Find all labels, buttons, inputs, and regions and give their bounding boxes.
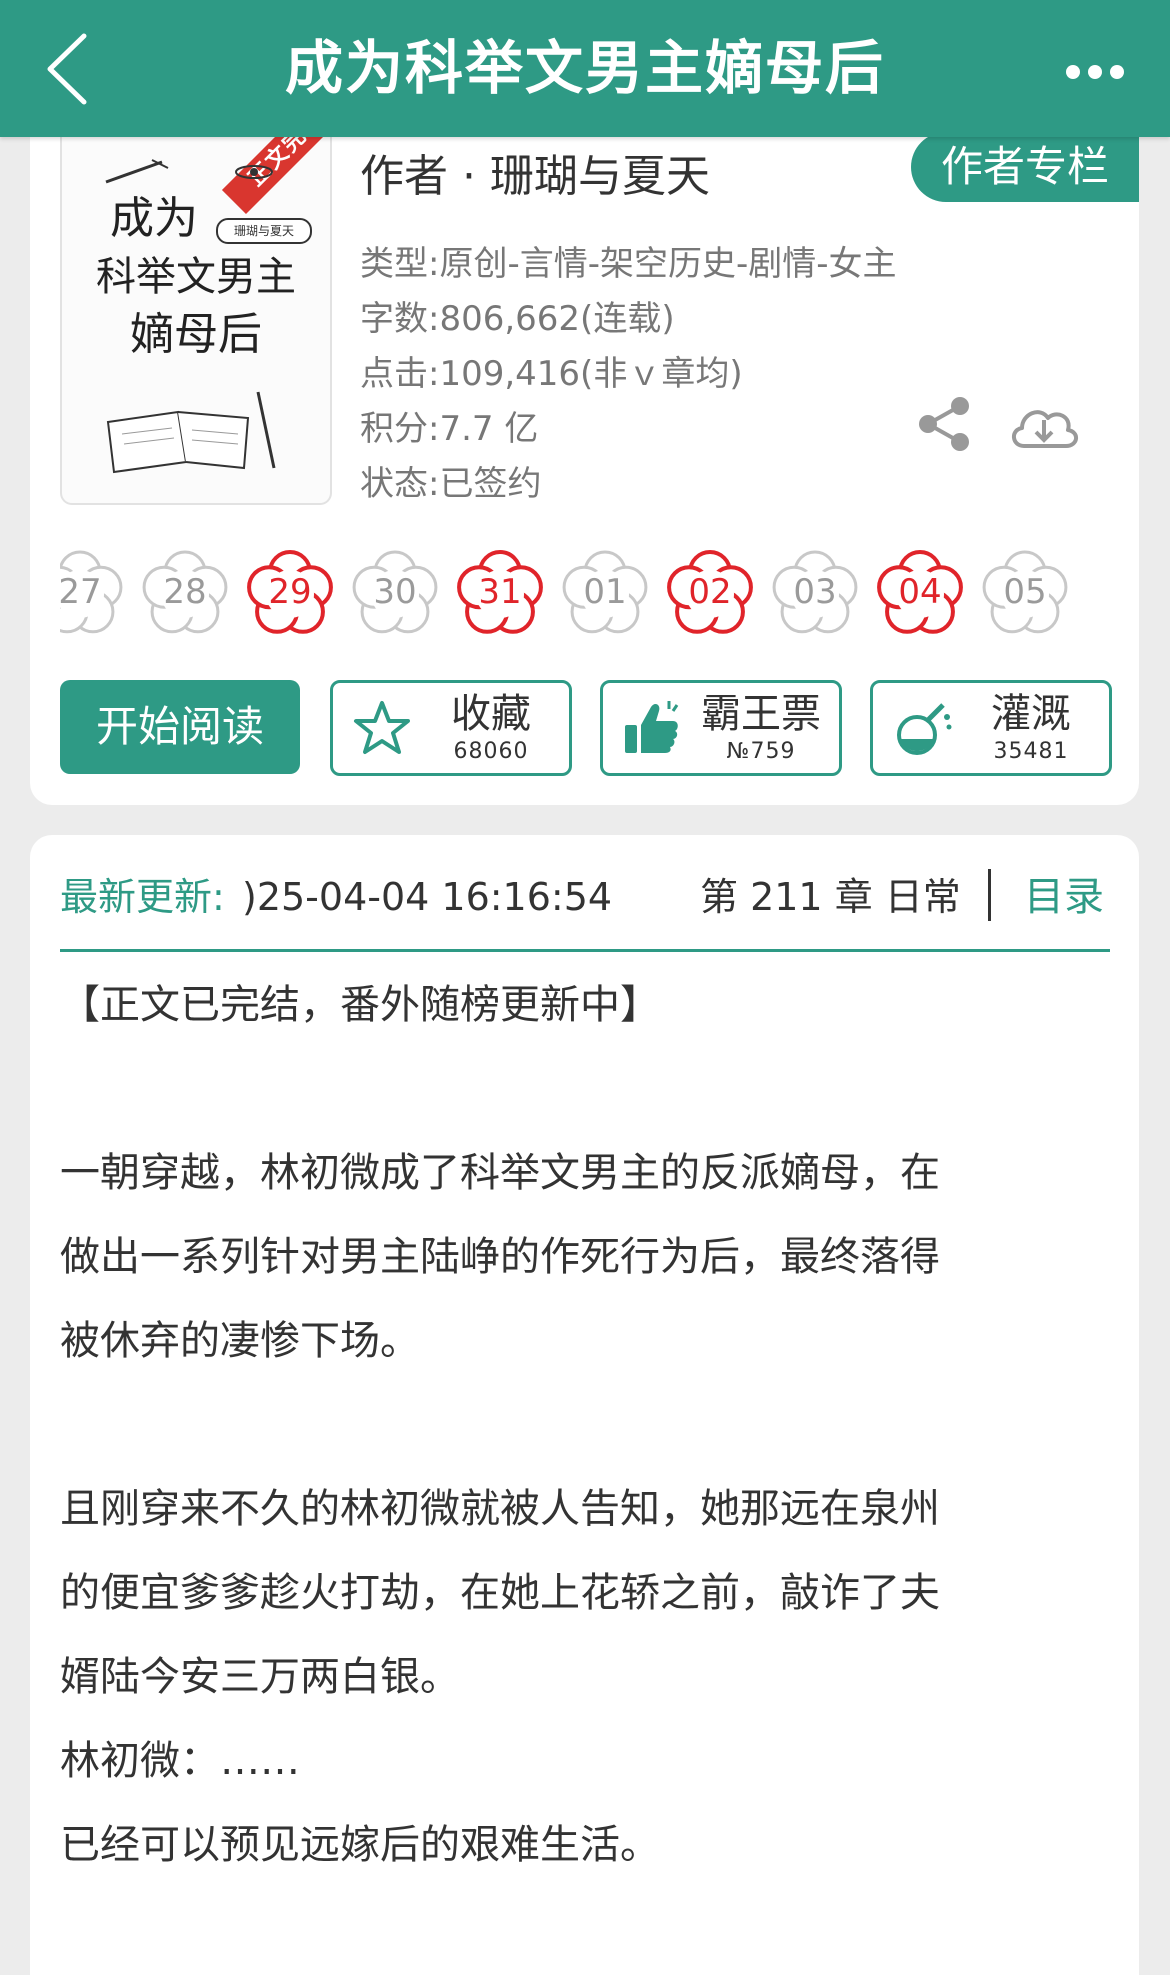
calendar-day: 27 <box>60 544 128 640</box>
calendar-day-number: 30 <box>373 572 417 612</box>
water-count: 35481 <box>993 739 1069 764</box>
download-cloud-icon[interactable] <box>1006 396 1082 456</box>
update-calendar: 27 28 29 30 31 01 02 03 04 05 <box>60 538 1110 650</box>
water-label: 灌溉 <box>991 691 1071 737</box>
description-line: 林初微：…… <box>60 1738 300 1784</box>
water-button[interactable]: 灌溉 35481 <box>870 680 1112 776</box>
page-title: 成为科举文男主嫡母后 <box>284 34 885 102</box>
more-dots-icon[interactable] <box>1060 40 1130 100</box>
table-of-contents-link[interactable]: 目录 <box>1024 867 1104 927</box>
calendar-day: 29 <box>242 544 338 640</box>
author-name[interactable]: 作者 · 珊瑚与夏天 <box>360 140 710 204</box>
book-score: 积分:7.7 亿 <box>360 409 539 449</box>
favorite-count: 68060 <box>453 739 529 764</box>
chevron-left-icon[interactable] <box>38 30 108 108</box>
calendar-day-number: 02 <box>688 572 732 612</box>
calendar-day-number: 27 <box>60 572 102 612</box>
calendar-day: 28 <box>137 544 233 640</box>
pen-doodle-icon <box>105 159 169 184</box>
description-line: 且刚穿来不久的林初微就被人告知，她那远在泉州 <box>60 1486 940 1532</box>
latest-update-time: )25-04-04 16:16:54 <box>242 875 613 919</box>
book-type: 类型:原创-言情-架空历史-剧情-女主 <box>360 244 897 284</box>
description-line: 做出一系列针对男主陆峥的作死行为后，最终落得 <box>60 1234 940 1280</box>
calendar-day-number: 05 <box>1003 572 1047 612</box>
book-word-count: 字数:806,662(连载) <box>360 299 675 339</box>
latest-update-row[interactable]: 最新更新: )25-04-04 16:16:54 第 211 章 日常 <box>60 867 1140 927</box>
watering-flask-icon <box>897 703 952 755</box>
book-clicks: 点击:109,416(非ｖ章均) <box>360 354 743 394</box>
start-reading-button[interactable]: 开始阅读 <box>60 680 300 774</box>
calendar-day: 04 <box>872 544 968 640</box>
divider <box>988 869 991 921</box>
author-column-button[interactable]: 作者专栏 <box>911 132 1139 202</box>
calendar-day-number: 03 <box>793 572 837 612</box>
description-line: 一朝穿越，林初微成了科举文男主的反派嫡母，在 <box>60 1150 940 1196</box>
description-card: 最新更新: )25-04-04 16:16:54 第 211 章 日常 目录 【… <box>30 835 1139 1975</box>
divider <box>60 949 1110 952</box>
cover-title: 成为 科举文男主 嫡母后 <box>62 190 330 364</box>
cover-title-line: 嫡母后 <box>130 309 262 360</box>
star-icon <box>354 701 410 754</box>
ticket-count: №759 <box>726 739 796 764</box>
ticket-button[interactable]: 霸王票 №759 <box>600 680 842 776</box>
calendar-day-number: 04 <box>898 572 942 612</box>
top-bar: 成为科举文男主嫡母后 <box>0 0 1170 137</box>
description-line: 【正文已完结，番外随榜更新中】 <box>60 982 660 1028</box>
book-status: 状态:已签约 <box>360 464 542 504</box>
ticket-label: 霸王票 <box>701 691 821 737</box>
latest-update-label: 最新更新: <box>60 875 225 919</box>
calendar-day-number: 29 <box>268 572 312 612</box>
calendar-day: 02 <box>662 544 758 640</box>
calendar-day: 03 <box>767 544 863 640</box>
cover-title-line: 成为 <box>110 193 198 244</box>
book-cover[interactable]: 正文完结 珊瑚与夏天 成为 科举文男主 嫡母后 <box>60 120 332 505</box>
books-doodle-icon <box>106 391 276 474</box>
calendar-day-number: 01 <box>583 572 627 612</box>
share-icon[interactable] <box>914 394 974 454</box>
calendar-day: 05 <box>977 544 1073 640</box>
calendar-day-number: 31 <box>478 572 522 612</box>
description-line: 被休弃的凄惨下场。 <box>60 1318 420 1364</box>
latest-chapter-title[interactable]: 第 211 章 日常 <box>700 867 961 927</box>
calendar-day-number: 28 <box>163 572 207 612</box>
description-line: 婿陆今安三万两白银。 <box>60 1654 460 1700</box>
calendar-day: 01 <box>557 544 653 640</box>
description-line: 已经可以预见远嫁后的艰难生活。 <box>60 1822 660 1868</box>
thumbs-up-icon <box>625 701 679 753</box>
description-line: 的便宜爹爹趁火打劫，在她上花轿之前，敲诈了夫 <box>60 1570 940 1616</box>
favorite-label: 收藏 <box>451 691 531 737</box>
cover-title-line: 科举文男主 <box>96 254 296 300</box>
favorite-button[interactable]: 收藏 68060 <box>330 680 572 776</box>
eye-doodle-icon <box>235 165 273 179</box>
book-info-card: 正文完结 珊瑚与夏天 成为 科举文男主 嫡母后 作者 · 珊瑚与夏天 作者专栏 … <box>30 120 1139 805</box>
calendar-day: 30 <box>347 544 443 640</box>
calendar-day: 31 <box>452 544 548 640</box>
